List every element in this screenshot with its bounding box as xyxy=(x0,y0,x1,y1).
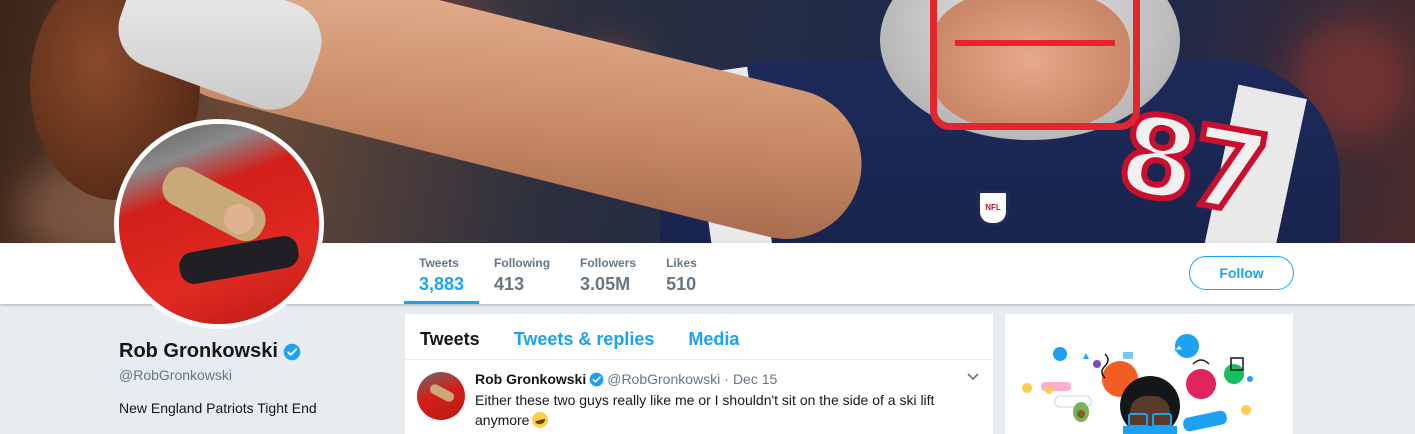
stat-followers-label: Followers xyxy=(580,256,637,270)
profile-bio: New England Patriots Tight End xyxy=(119,400,317,416)
timeline-card: Tweets Tweets & replies Media Rob Gronko… xyxy=(405,314,993,434)
tab-media[interactable]: Media xyxy=(688,314,739,359)
verified-badge-icon xyxy=(283,343,301,360)
tab-tweets[interactable]: Tweets xyxy=(420,314,480,359)
verified-badge-icon xyxy=(589,372,604,386)
tweet-avatar[interactable] xyxy=(417,372,465,420)
tweet-author-handle[interactable]: @RobGronkowski xyxy=(607,370,720,388)
tweet-timestamp[interactable]: Dec 15 xyxy=(733,370,777,388)
stat-tweets[interactable]: Tweets 3,883 xyxy=(404,243,480,304)
timeline-tabs: Tweets Tweets & replies Media xyxy=(405,314,993,360)
stat-following-value: 413 xyxy=(494,274,525,294)
tweet-item[interactable]: Rob Gronkowski @RobGronkowski · Dec 15 E… xyxy=(405,360,993,434)
tweet-text: Either these two guys really like me or … xyxy=(475,390,955,430)
tweet-separator: · xyxy=(724,371,729,387)
profile-name-text: Rob Gronkowski xyxy=(119,340,278,362)
stat-followers-value: 3.05M xyxy=(580,274,631,294)
illustration-graphic xyxy=(1022,334,1253,434)
stat-tweets-value: 3,883 xyxy=(419,274,465,294)
tweet-author-name[interactable]: Rob Gronkowski xyxy=(475,370,586,388)
profile-name[interactable]: Rob Gronkowski xyxy=(119,340,301,363)
stat-likes[interactable]: Likes 510 xyxy=(651,243,712,304)
stat-followers[interactable]: Followers 3.05M xyxy=(565,243,651,304)
profile-stats: Tweets 3,883 Following 413 Followers 3.0… xyxy=(404,243,712,304)
profile-avatar[interactable] xyxy=(114,119,324,329)
promo-illustration-card xyxy=(1005,314,1293,434)
profile-handle[interactable]: @RobGronkowski xyxy=(119,367,232,383)
stat-tweets-label: Tweets xyxy=(419,256,459,270)
nfl-shield-logo: NFL xyxy=(977,190,1009,226)
stat-following-label: Following xyxy=(494,256,551,270)
stat-following[interactable]: Following 413 xyxy=(479,243,565,304)
stat-likes-value: 510 xyxy=(666,274,697,294)
laughing-emoji-icon xyxy=(530,410,551,430)
tweet-header: Rob Gronkowski @RobGronkowski · Dec 15 xyxy=(475,370,978,388)
chevron-down-icon[interactable] xyxy=(967,370,979,384)
tab-tweets-and-replies[interactable]: Tweets & replies xyxy=(514,314,655,359)
follow-button[interactable]: Follow xyxy=(1189,256,1294,290)
stat-likes-label: Likes xyxy=(666,256,697,270)
